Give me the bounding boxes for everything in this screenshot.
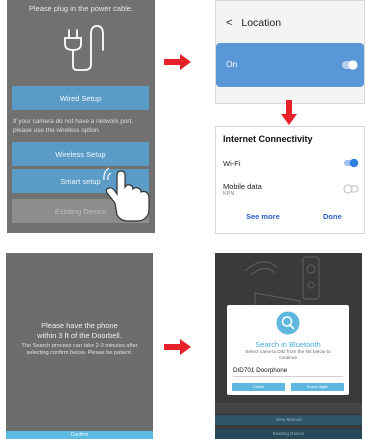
bluetooth-search-screen: Search in Bluetooth Select camera DID fr… [215, 253, 362, 439]
power-plug-icon [64, 25, 104, 71]
proximity-line-2: within 3 ft of the Doorbell. [37, 331, 122, 340]
mobile-data-toggle-icon[interactable] [343, 184, 359, 194]
wired-setup-button[interactable]: Wired Setup [12, 86, 149, 110]
existing-device-bar[interactable]: Existing Device [215, 429, 362, 439]
magnifier-icon [276, 311, 300, 335]
back-chevron-icon[interactable]: < [226, 17, 232, 29]
toggle-on-icon[interactable] [342, 60, 358, 70]
cancel-button[interactable]: Cancel [232, 383, 285, 391]
connectivity-title: Internet Connectivity [223, 134, 313, 144]
arrow-right-icon [164, 339, 191, 355]
bluetooth-dialog-title: Search in Bluetooth [255, 340, 321, 349]
done-button[interactable]: Done [323, 212, 342, 221]
proximity-line-1: Please have the phone [41, 321, 118, 330]
device-list-item[interactable]: DID701 Doorphone [233, 367, 287, 374]
bluetooth-dialog: Search in Bluetooth Select camera DID fr… [227, 305, 349, 395]
location-on-label: On [226, 59, 238, 69]
wifi-label: Wi-Fi [223, 159, 241, 168]
internet-connectivity-panel: Internet Connectivity Wi-Fi Mobile data … [215, 126, 365, 234]
setup-mode-screen: Please plug in the power cable. Wired Se… [7, 0, 155, 233]
search-again-button[interactable]: Search Again [291, 383, 344, 391]
arrow-down-icon [281, 100, 297, 125]
view-manual-bar[interactable]: View Manual [215, 415, 362, 425]
plug-hint: Please plug in the power cable. [28, 4, 134, 13]
mobile-data-label: Mobile data [223, 182, 262, 191]
proximity-heading: Please have the phone within 3 ft of the… [6, 321, 153, 341]
bluetooth-dialog-subtitle: Select camera DID from the list below to… [245, 350, 331, 361]
location-toggle-row[interactable]: On [216, 43, 364, 87]
wifi-toggle-icon[interactable] [343, 158, 359, 168]
confirm-button[interactable]: Confirm [6, 431, 153, 439]
hand-pointer-icon [103, 167, 150, 222]
location-title: Location [241, 17, 282, 29]
divider [233, 376, 343, 377]
location-header[interactable]: < Location [226, 17, 281, 29]
see-more-button[interactable]: See more [246, 212, 280, 221]
arrow-right-icon [164, 54, 191, 70]
location-settings-screen: < Location On [215, 0, 365, 104]
search-duration-note: The Search process can take 2-3 minutes … [21, 343, 138, 356]
wireless-note: If your camera do not have a network por… [13, 118, 134, 134]
mobile-carrier-label: KPN [223, 191, 235, 197]
proximity-instructions-screen: Please have the phone within 3 ft of the… [6, 253, 153, 439]
